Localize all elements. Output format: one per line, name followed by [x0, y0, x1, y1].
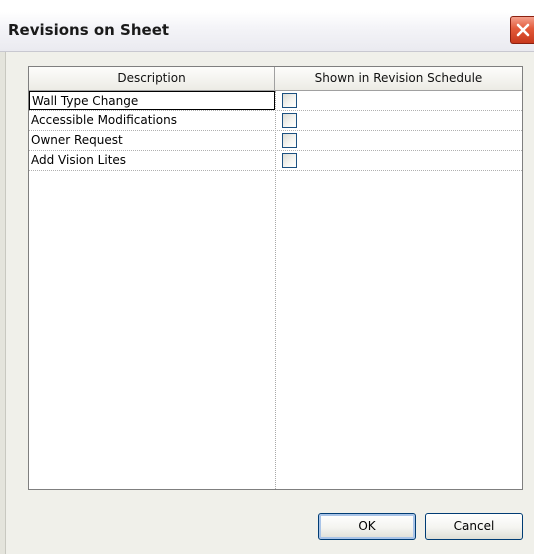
dialog-title: Revisions on Sheet [8, 21, 170, 39]
description-cell[interactable]: Add Vision Lites [29, 151, 275, 170]
table-row[interactable]: Add Vision Lites [29, 151, 522, 171]
grid-header: Description Shown in Revision Schedule [29, 67, 522, 91]
revisions-dialog: Revisions on Sheet Description Shown in … [0, 0, 534, 554]
close-icon [516, 23, 530, 37]
title-bar[interactable]: Revisions on Sheet [0, 12, 534, 52]
table-row[interactable]: Accessible Modifications [29, 111, 522, 131]
description-cell[interactable]: Wall Type Change [29, 91, 275, 110]
revisions-grid: Description Shown in Revision Schedule W… [28, 66, 523, 490]
description-cell[interactable]: Owner Request [29, 131, 275, 150]
shown-in-schedule-checkbox[interactable] [282, 93, 297, 108]
ok-button[interactable]: OK [318, 513, 416, 540]
cancel-button[interactable]: Cancel [425, 513, 523, 540]
column-header-description[interactable]: Description [29, 67, 275, 90]
window-left-edge [0, 52, 6, 554]
description-cell[interactable]: Accessible Modifications [29, 111, 275, 130]
table-row[interactable]: Wall Type Change [29, 91, 522, 111]
close-button[interactable] [510, 16, 534, 44]
column-header-shown-in-revision-schedule[interactable]: Shown in Revision Schedule [275, 67, 522, 90]
shown-in-schedule-checkbox[interactable] [282, 153, 297, 168]
table-row[interactable]: Owner Request [29, 131, 522, 151]
shown-in-schedule-checkbox[interactable] [282, 113, 297, 128]
shown-in-schedule-checkbox[interactable] [282, 133, 297, 148]
